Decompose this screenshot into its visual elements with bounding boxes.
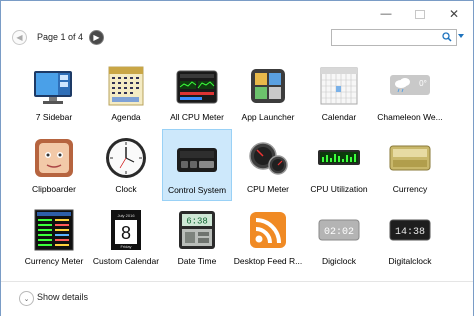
- currency-meter-thumbnail: [31, 207, 77, 253]
- show-details-label[interactable]: Show details: [37, 292, 88, 302]
- chameleon-weather-thumbnail: 0°: [387, 63, 433, 109]
- clock-thumbnail: [103, 135, 149, 181]
- maximize-icon: [415, 9, 425, 19]
- gadget-tile[interactable]: 14:38 Digitalclock: [375, 201, 445, 273]
- currency-thumbnail: [387, 135, 433, 181]
- toolbar: ◀ Page 1 of 4 ▶: [1, 27, 473, 49]
- search-box: [331, 29, 457, 46]
- gadget-label: CPU Meter: [246, 184, 290, 194]
- gadget-tile[interactable]: App Launcher: [233, 57, 303, 129]
- gadget-tile[interactable]: July 2016 8 Friday Custom Calendar: [91, 201, 161, 273]
- chevron-right-icon: ▶: [93, 32, 100, 42]
- gadget-tile[interactable]: Agenda: [91, 57, 161, 129]
- date-time-thumbnail: 6:38: [174, 207, 220, 253]
- details-footer: ⌄ Show details: [1, 281, 473, 316]
- gadget-tile[interactable]: 6:38 Date Time: [162, 201, 232, 273]
- custom-calendar-thumbnail: July 2016 8 Friday: [103, 207, 149, 253]
- gadget-label: Agenda: [111, 112, 141, 122]
- gadget-tile[interactable]: 7 Sidebar: [19, 57, 89, 129]
- gadget-label: Clipboarder: [32, 184, 76, 194]
- search-input[interactable]: [332, 30, 444, 45]
- date-time-clock-text: 6:38: [186, 217, 208, 227]
- gadget-tile[interactable]: 0° Chameleon We...: [375, 57, 445, 129]
- gadget-label: Currency: [392, 184, 428, 194]
- page-indicator: Page 1 of 4: [37, 32, 84, 42]
- gadget-label: Control System: [167, 185, 227, 195]
- chevron-down-icon: ⌄: [23, 295, 30, 303]
- custom-calendar-weekday-text: Friday: [120, 244, 131, 249]
- digiclock-time-text: 02:02: [324, 227, 354, 238]
- gadget-label: 7 Sidebar: [35, 112, 73, 122]
- gadget-label: Clock: [115, 184, 137, 194]
- maximize-button[interactable]: [403, 1, 437, 27]
- gadget-label: All CPU Meter: [170, 112, 224, 122]
- gadget-label: Digitalclock: [388, 256, 432, 266]
- calendar-thumbnail: [316, 63, 362, 109]
- gadget-tile[interactable]: CPU Utilization: [304, 129, 374, 201]
- gadget-label: App Launcher: [241, 112, 295, 122]
- gadget-label: Custom Calendar: [92, 256, 160, 266]
- digitalclock-time-text: 14:38: [395, 227, 425, 238]
- digiclock-thumbnail: 02:02: [316, 207, 362, 253]
- agenda-thumbnail: [103, 63, 149, 109]
- next-page-button[interactable]: ▶: [89, 30, 104, 45]
- 7-sidebar-thumbnail: [31, 63, 77, 109]
- previous-page-button[interactable]: ◀: [12, 30, 27, 45]
- title-bar: — ✕: [1, 1, 473, 27]
- cpu-utilization-thumbnail: [316, 135, 362, 181]
- search-icon[interactable]: [442, 32, 452, 42]
- gadget-tile[interactable]: Desktop Feed R...: [233, 201, 303, 273]
- gadget-tile-selected[interactable]: Control System: [162, 129, 232, 201]
- custom-calendar-month-text: July 2016: [117, 213, 135, 218]
- digitalclock-thumbnail: 14:38: [387, 207, 433, 253]
- gadget-tile[interactable]: CPU Meter: [233, 129, 303, 201]
- gadget-tile[interactable]: All CPU Meter: [162, 57, 232, 129]
- chevron-left-icon: ◀: [16, 32, 23, 42]
- close-button[interactable]: ✕: [437, 1, 471, 27]
- app-launcher-thumbnail: [245, 63, 291, 109]
- control-system-thumbnail: [174, 136, 220, 182]
- gadget-label: CPU Utilization: [310, 184, 368, 194]
- gadget-label: Calendar: [321, 112, 357, 122]
- rss-feed-icon: [245, 207, 291, 253]
- gadget-tile[interactable]: Clock: [91, 129, 161, 201]
- clipboarder-thumbnail: [31, 135, 77, 181]
- all-cpu-meter-thumbnail: [174, 63, 220, 109]
- minimize-button[interactable]: —: [369, 1, 403, 27]
- cpu-meter-thumbnail: [245, 135, 291, 181]
- custom-calendar-day-text: 8: [121, 223, 131, 243]
- gadget-label: Desktop Feed R...: [233, 256, 303, 266]
- gadget-label: Currency Meter: [24, 256, 84, 266]
- gadget-tile[interactable]: Calendar: [304, 57, 374, 129]
- gadget-label: Chameleon We...: [377, 112, 443, 122]
- show-details-toggle[interactable]: ⌄: [19, 291, 34, 306]
- gadget-tile[interactable]: 02:02 Digiclock: [304, 201, 374, 273]
- close-icon: ✕: [448, 7, 460, 21]
- minimize-icon: —: [380, 8, 392, 20]
- search-dropdown-icon[interactable]: [458, 34, 464, 38]
- gadget-tile[interactable]: Clipboarder: [19, 129, 89, 201]
- gadget-tile[interactable]: Currency: [375, 129, 445, 201]
- gadget-label: Date Time: [177, 256, 217, 266]
- gadget-label: Digiclock: [321, 256, 356, 266]
- gadget-tile[interactable]: Currency Meter: [19, 201, 89, 273]
- chameleon-temp-text: 0°: [419, 79, 427, 88]
- gadget-gallery-window: — ✕ ◀ Page 1 of 4 ▶ 7 Sidebar Agenda All…: [0, 0, 474, 316]
